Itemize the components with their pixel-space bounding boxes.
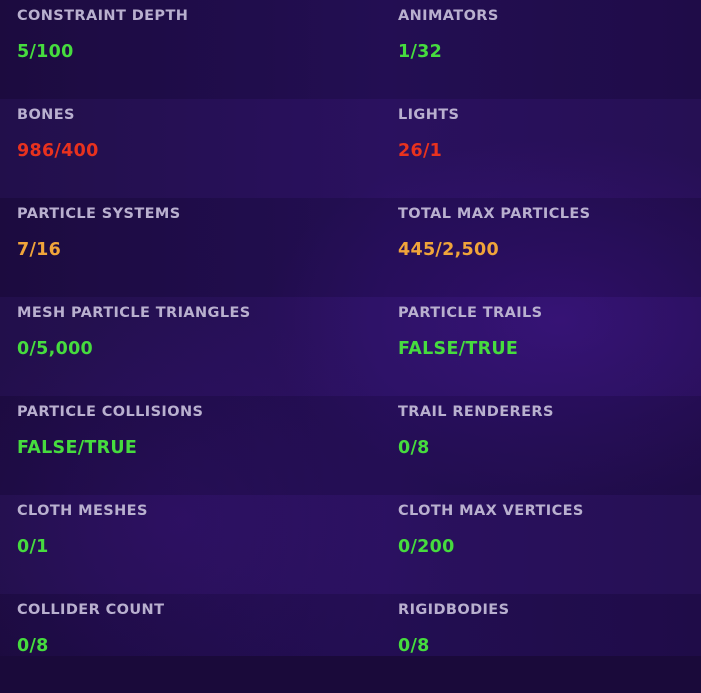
stat-label: PARTICLE TRAILS bbox=[398, 305, 543, 321]
stat-value: 986/400 bbox=[17, 141, 99, 161]
stat-value: 0/8 bbox=[17, 636, 49, 656]
stat-label: TOTAL MAX PARTICLES bbox=[398, 206, 591, 222]
stat-label: CLOTH MAX VERTICES bbox=[398, 503, 584, 519]
stat-value: 1/32 bbox=[398, 42, 443, 62]
stat-animators: ANIMATORS 1/32 bbox=[381, 0, 701, 99]
stat-cloth-max-vertices: CLOTH MAX VERTICES 0/200 bbox=[381, 495, 701, 594]
stat-bones: BONES 986/400 bbox=[0, 99, 381, 198]
stat-label: CLOTH MESHES bbox=[17, 503, 148, 519]
stat-cloth-meshes: CLOTH MESHES 0/1 bbox=[0, 495, 381, 594]
stat-value: 445/2,500 bbox=[398, 240, 499, 260]
stat-value: 5/100 bbox=[17, 42, 74, 62]
stat-particle-trails: PARTICLE TRAILS FALSE/TRUE bbox=[381, 297, 701, 396]
stat-value: 0/1 bbox=[17, 537, 49, 557]
performance-stats-panel: CONSTRAINT DEPTH 5/100 ANIMATORS 1/32 BO… bbox=[0, 0, 701, 693]
stat-label: CONSTRAINT DEPTH bbox=[17, 8, 189, 24]
stat-value: FALSE/TRUE bbox=[17, 438, 138, 458]
stats-grid: CONSTRAINT DEPTH 5/100 ANIMATORS 1/32 BO… bbox=[0, 0, 701, 693]
stat-particle-systems: PARTICLE SYSTEMS 7/16 bbox=[0, 198, 381, 297]
stat-lights: LIGHTS 26/1 bbox=[381, 99, 701, 198]
stat-label: MESH PARTICLE TRIANGLES bbox=[17, 305, 251, 321]
stat-constraint-depth: CONSTRAINT DEPTH 5/100 bbox=[0, 0, 381, 99]
stat-label: COLLIDER COUNT bbox=[17, 602, 165, 618]
stat-label: LIGHTS bbox=[398, 107, 460, 123]
stat-value: 0/8 bbox=[398, 438, 430, 458]
stat-mesh-particle-triangles: MESH PARTICLE TRIANGLES 0/5,000 bbox=[0, 297, 381, 396]
stat-label: RIGIDBODIES bbox=[398, 602, 510, 618]
stat-value: 7/16 bbox=[17, 240, 62, 260]
stat-particle-collisions: PARTICLE COLLISIONS FALSE/TRUE bbox=[0, 396, 381, 495]
stat-trail-renderers: TRAIL RENDERERS 0/8 bbox=[381, 396, 701, 495]
stat-label: ANIMATORS bbox=[398, 8, 499, 24]
stat-collider-count: COLLIDER COUNT 0/8 bbox=[0, 594, 381, 693]
stat-label: PARTICLE COLLISIONS bbox=[17, 404, 204, 420]
stat-label: TRAIL RENDERERS bbox=[398, 404, 554, 420]
stat-value: 26/1 bbox=[398, 141, 443, 161]
stat-rigidbodies: RIGIDBODIES 0/8 bbox=[381, 594, 701, 693]
stat-value: 0/5,000 bbox=[17, 339, 94, 359]
stat-total-max-particles: TOTAL MAX PARTICLES 445/2,500 bbox=[381, 198, 701, 297]
stat-label: PARTICLE SYSTEMS bbox=[17, 206, 181, 222]
stat-value: 0/8 bbox=[398, 636, 430, 656]
stat-label: BONES bbox=[17, 107, 75, 123]
stat-value: 0/200 bbox=[398, 537, 455, 557]
stat-value: FALSE/TRUE bbox=[398, 339, 519, 359]
